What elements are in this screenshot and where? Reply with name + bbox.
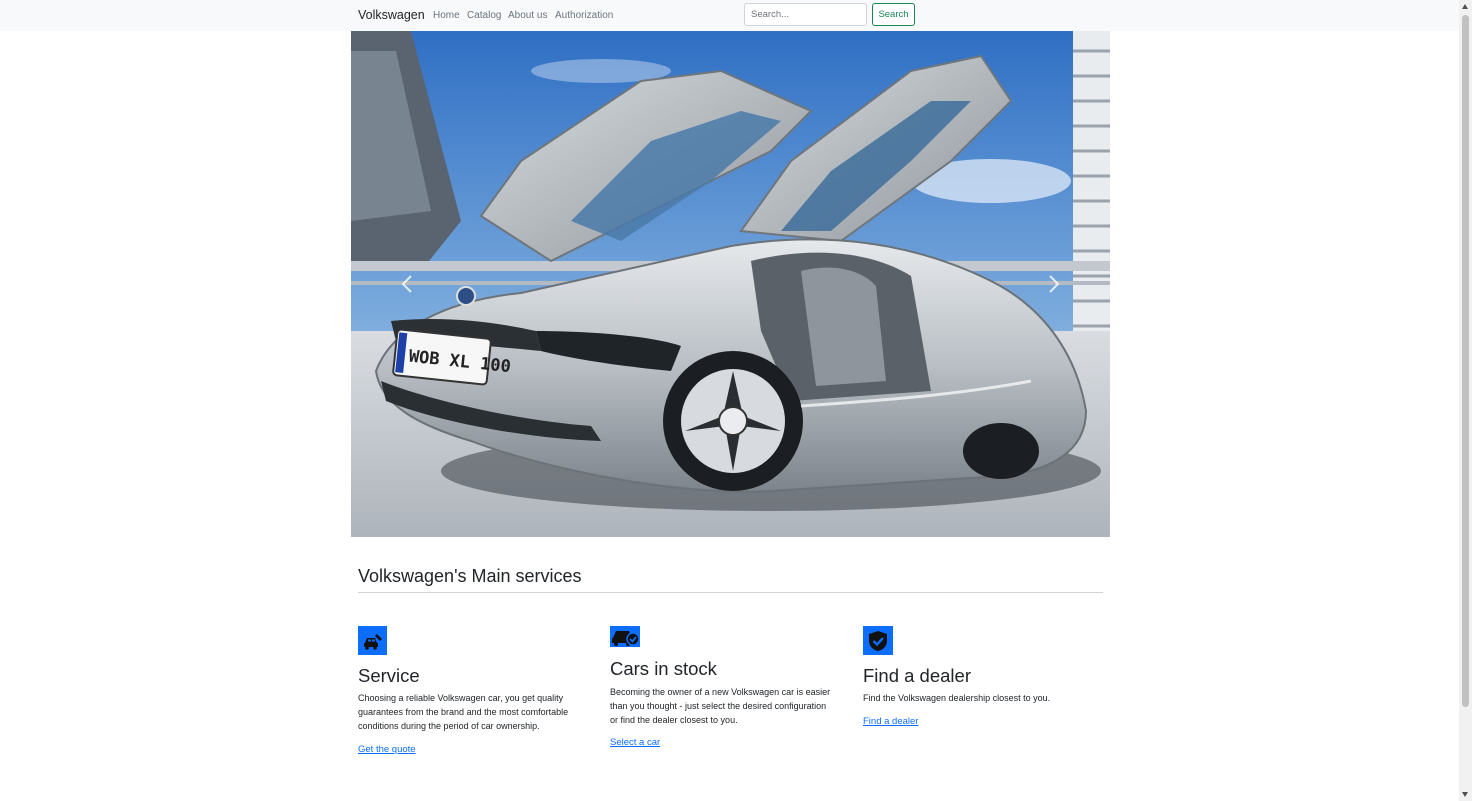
shield-check-icon [863, 626, 893, 655]
nav-link-home[interactable]: Home [433, 10, 460, 21]
find-dealer-title: Find a dealer [863, 665, 971, 686]
car-check-icon [610, 626, 640, 647]
nav-link-catalog[interactable]: Catalog [467, 10, 501, 21]
section-divider [358, 592, 1103, 593]
nav-link-authorization[interactable]: Authorization [555, 10, 613, 21]
cars-in-stock-description-line: than you thought - just select the desir… [610, 701, 827, 711]
scroll-thumb[interactable] [1462, 15, 1469, 707]
services-heading: Volkswagen's Main services [358, 566, 582, 586]
cars-in-stock-description-line: Becoming the owner of a new Volkswagen c… [610, 687, 831, 697]
service-description-line: Choosing a reliable Volkswagen car, you … [358, 693, 564, 703]
chevron-right-icon [1049, 275, 1060, 293]
find-dealer-description: Find the Volkswagen dealership closest t… [863, 691, 1098, 705]
carousel-prev-button[interactable] [351, 31, 463, 537]
car-repair-icon [358, 626, 387, 655]
cars-in-stock-description-line: or find the dealer closest to you. [610, 715, 738, 725]
scroll-down-icon[interactable] [1462, 792, 1468, 797]
find-dealer-description-line: Find the Volkswagen dealership closest t… [863, 693, 1051, 703]
scroll-up-icon[interactable] [1462, 4, 1468, 9]
search-input[interactable] [744, 3, 867, 26]
find-dealer-link[interactable]: Find a dealer [863, 716, 918, 727]
service-description-line: guarantees from the brand and the most c… [358, 707, 569, 717]
page-scrollbar[interactable] [1459, 0, 1472, 801]
chevron-left-icon [401, 275, 412, 293]
service-description-line: conditions during the period of car owne… [358, 721, 540, 731]
cars-in-stock-description: Becoming the owner of a new Volkswagen c… [610, 685, 845, 727]
cars-in-stock-title: Cars in stock [610, 658, 717, 679]
get-quote-link[interactable]: Get the quote [358, 744, 416, 755]
service-title: Service [358, 665, 420, 686]
select-car-link[interactable]: Select a car [610, 737, 660, 748]
carousel-next-button[interactable] [998, 31, 1110, 537]
nav-link-about[interactable]: About us [508, 10, 547, 21]
navbar: Volkswagen Home Catalog About us Authori… [0, 0, 1459, 31]
search-button[interactable]: Search [872, 3, 915, 26]
service-description: Choosing a reliable Volkswagen car, you … [358, 691, 593, 733]
hero-car-image: WOB XL 100 [351, 31, 1110, 537]
hero-carousel: WOB XL 100 [351, 31, 1110, 537]
brand-link[interactable]: Volkswagen [358, 8, 425, 22]
